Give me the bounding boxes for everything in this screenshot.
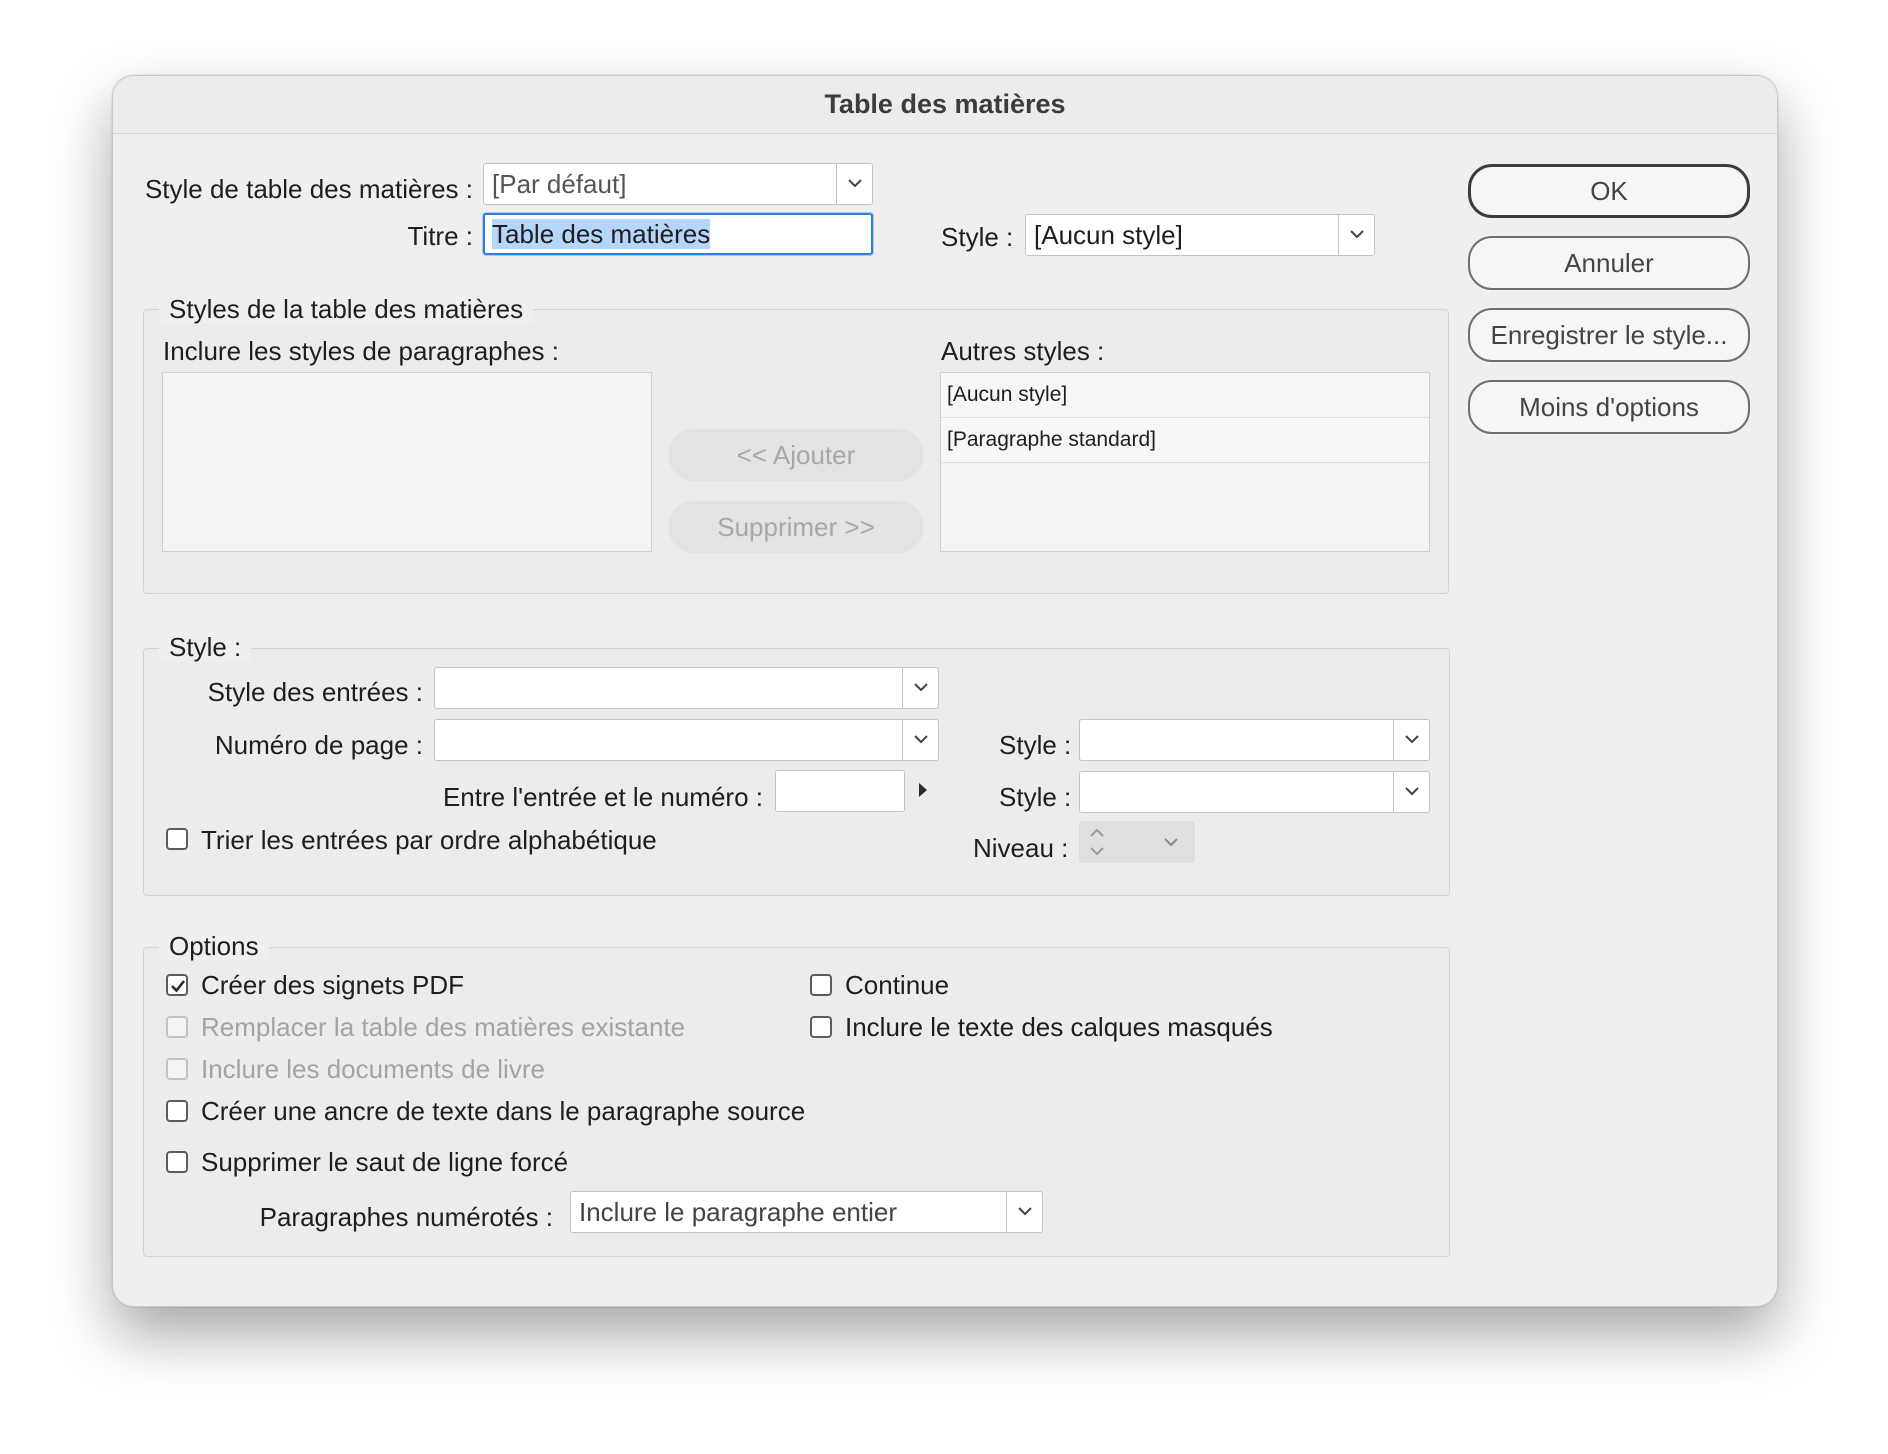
page-number-select[interactable] [434,719,939,761]
included-styles-list[interactable] [162,372,652,552]
page-number-style-label: Style : [999,730,1072,760]
chevron-down-icon [1164,838,1178,847]
between-style-label: Style : [999,782,1072,812]
title-style-select[interactable]: [Aucun style] [1025,214,1375,256]
create-pdf-bookmarks-checkbox[interactable] [166,974,188,996]
title-style-label: Style : [941,222,1014,252]
numbered-paragraphs-select[interactable]: Inclure le paragraphe entier [570,1191,1043,1233]
fewer-options-button[interactable]: Moins d'options [1468,380,1750,434]
checkmark-icon [171,980,186,993]
chevron-down-icon [1338,215,1374,255]
create-text-anchor-label: Créer une ancre de texte dans le paragra… [201,1096,806,1126]
other-styles-list[interactable]: [Aucun style] [Paragraphe standard] [940,372,1430,552]
entry-style-label: Style des entrées : [207,677,423,707]
page-number-label: Numéro de page : [214,730,423,760]
between-entry-number-label: Entre l'entrée et le numéro : [442,782,763,812]
caret-right-icon[interactable] [917,781,929,799]
remove-forced-break-label: Supprimer le saut de ligne forcé [201,1147,569,1177]
sort-alpha-label: Trier les entrées par ordre alphabétique [201,825,657,855]
options-legend: Options [159,931,269,961]
replace-existing-checkbox[interactable] [166,1016,188,1038]
run-in-label: Continue [845,970,950,1000]
chevron-down-icon [836,164,872,204]
toc-dialog: Table des matières Style de table des ma… [112,75,1778,1307]
title-input[interactable]: Table des matières [483,213,873,255]
run-in-checkbox[interactable] [810,974,832,996]
include-styles-label: Inclure les styles de paragraphes : [163,336,559,366]
toc-style-value: [Par défaut] [492,169,627,199]
toc-style-label: Style de table des matières : [144,174,473,204]
title-value: Table des matières [492,219,711,249]
between-entry-number-input[interactable] [775,770,905,812]
save-style-button[interactable]: Enregistrer le style... [1468,308,1750,362]
dialog-title: Table des matières [113,76,1777,134]
list-item[interactable]: [Paragraphe standard] [941,418,1429,463]
entry-style-select[interactable] [434,667,939,709]
level-stepper[interactable] [1079,821,1195,863]
sort-alpha-checkbox[interactable] [166,828,188,850]
chevron-down-icon [1393,720,1429,760]
include-book-docs-label: Inclure les documents de livre [201,1054,545,1084]
stepper-arrows-icon[interactable] [1087,825,1107,859]
remove-forced-break-checkbox[interactable] [166,1151,188,1173]
other-styles-label: Autres styles : [941,336,1105,366]
include-hidden-layers-label: Inclure le texte des calques masqués [845,1012,1273,1042]
numbered-paragraphs-label: Paragraphes numérotés : [259,1202,553,1232]
title-label: Titre : [407,221,473,251]
list-item[interactable]: [Aucun style] [941,373,1429,418]
remove-button[interactable]: Supprimer >> [669,501,923,553]
include-book-docs-checkbox[interactable] [166,1058,188,1080]
style-legend: Style : [159,632,252,662]
page-number-style-select[interactable] [1079,719,1430,761]
create-text-anchor-checkbox[interactable] [166,1100,188,1122]
chevron-down-icon [1006,1192,1042,1232]
ok-button[interactable]: OK [1468,164,1750,218]
add-button[interactable]: << Ajouter [669,429,923,481]
title-style-value: [Aucun style] [1034,220,1183,250]
chevron-down-icon [902,720,938,760]
toc-style-select[interactable]: [Par défaut] [483,163,873,205]
replace-existing-label: Remplacer la table des matières existant… [201,1012,686,1042]
create-pdf-bookmarks-label: Créer des signets PDF [201,970,464,1000]
between-style-select[interactable] [1079,771,1430,813]
toc-styles-legend: Styles de la table des matières [159,294,534,324]
cancel-button[interactable]: Annuler [1468,236,1750,290]
chevron-down-icon [1393,772,1429,812]
include-hidden-layers-checkbox[interactable] [810,1016,832,1038]
chevron-down-icon [902,668,938,708]
level-label: Niveau : [973,833,1069,863]
numbered-paragraphs-value: Inclure le paragraphe entier [579,1197,897,1227]
